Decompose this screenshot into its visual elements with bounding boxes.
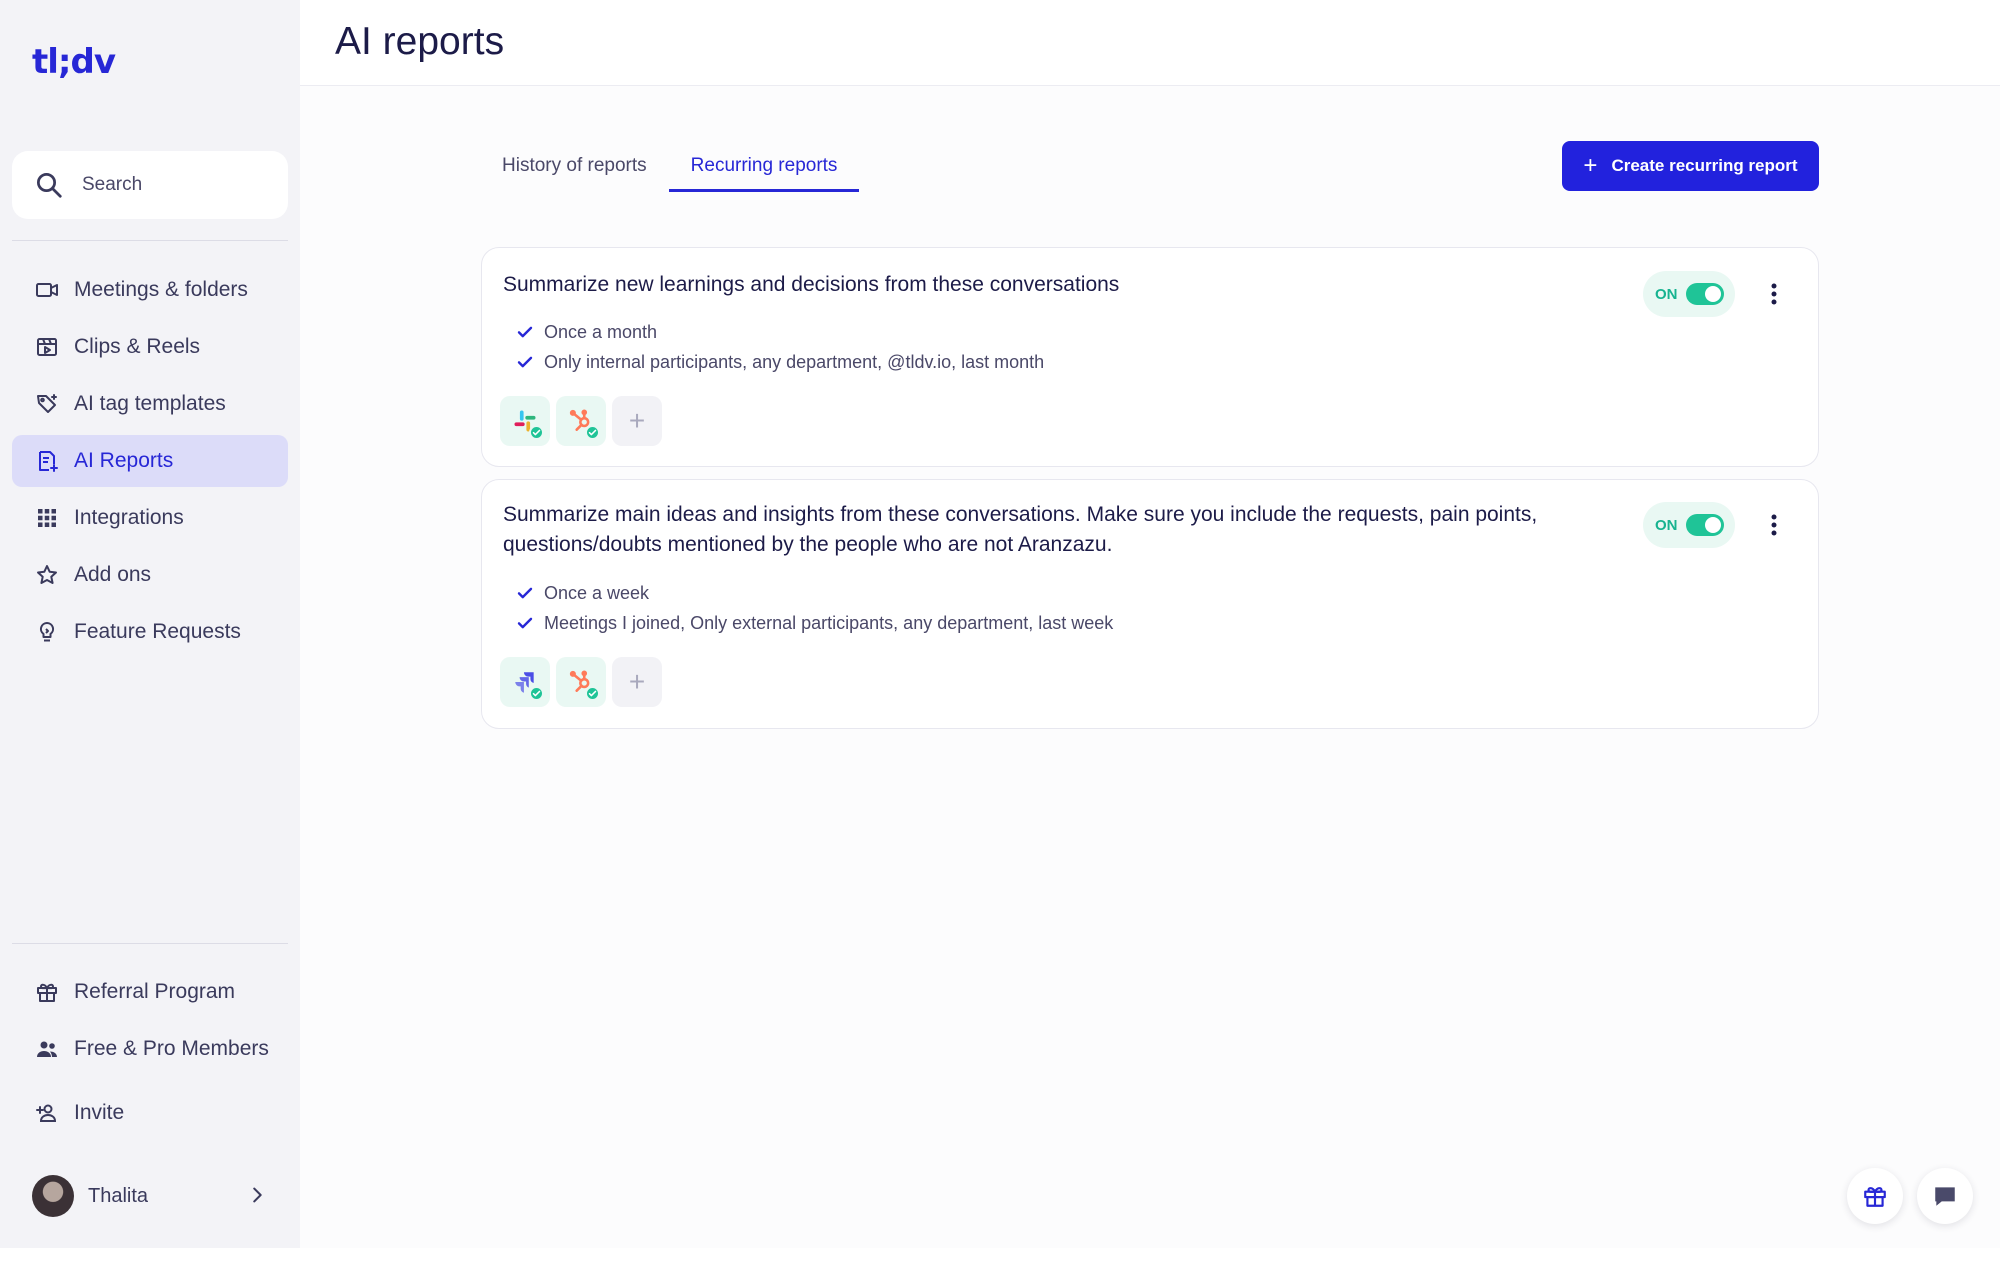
report-title: Summarize new learnings and decisions fr… [503, 273, 1120, 296]
create-button-label: Create recurring report [1611, 156, 1798, 175]
grid-dots-icon [34, 505, 60, 531]
plus-icon: + [628, 405, 646, 436]
chat-button[interactable] [1917, 1168, 1973, 1224]
chevron-right-icon [253, 1187, 262, 1203]
sidebar-item-ai-tag-templates[interactable]: AI tag templates [12, 378, 288, 430]
user-menu[interactable]: Thalita [12, 1170, 288, 1222]
report-toggle[interactable]: ON [1643, 271, 1735, 317]
add-integration-button[interactable]: + [612, 657, 662, 707]
toggle-switch [1685, 283, 1724, 305]
chat-icon [1935, 1187, 1955, 1206]
report-integrations: + [500, 657, 668, 707]
gift-icon [1864, 1187, 1886, 1207]
report-filters-label: Meetings I joined, Only external partici… [544, 612, 1114, 633]
more-options-icon[interactable] [1762, 510, 1786, 540]
connected-check-icon [529, 425, 544, 440]
lightbulb-icon [34, 619, 60, 645]
report-frequency: Once a week [516, 578, 1113, 608]
sidebar-item-label: Clips & Reels [74, 335, 201, 358]
report-sparkle-icon [34, 448, 60, 474]
search-label: Search [82, 174, 143, 195]
page-title: AI reports [335, 20, 505, 63]
tldv-logo[interactable]: tl;dv [32, 42, 116, 82]
tab-history-of-reports[interactable]: History of reports [480, 140, 669, 192]
check-icon [517, 617, 533, 629]
check-icon [517, 587, 533, 599]
report-meta: Once a week Meetings I joined, Only exte… [516, 578, 1113, 638]
sidebar-item-label: AI tag templates [74, 392, 226, 415]
search-input[interactable]: Search [12, 151, 288, 219]
report-meta: Once a month Only internal participants,… [516, 317, 1044, 377]
gift-button[interactable] [1847, 1168, 1903, 1224]
sidebar-item-invite[interactable]: Invite [12, 1087, 288, 1139]
report-card[interactable]: Summarize new learnings and decisions fr… [481, 247, 1819, 467]
report-toggle[interactable]: ON [1643, 502, 1735, 548]
sidebar-item-label: Free & Pro Members [74, 1037, 269, 1060]
more-options-icon[interactable] [1762, 279, 1786, 309]
integration-jira[interactable] [500, 657, 550, 707]
report-frequency-label: Once a month [544, 321, 658, 342]
sidebar-item-meetings[interactable]: Meetings & folders [12, 264, 288, 316]
report-title: Summarize main ideas and insights from t… [503, 503, 1538, 556]
people-icon [34, 1036, 60, 1062]
check-icon [517, 326, 533, 338]
connected-check-icon [585, 686, 600, 701]
main-content: AI reports History of reports Recurring … [300, 0, 2000, 1248]
video-camera-icon [34, 277, 60, 303]
sidebar-item-label: AI Reports [74, 449, 174, 472]
connected-check-icon [529, 686, 544, 701]
sidebar-item-label: Integrations [74, 506, 184, 529]
avatar [32, 1175, 74, 1217]
report-frequency-label: Once a week [544, 582, 650, 603]
sidebar-item-label: Referral Program [74, 980, 236, 1003]
toggle-switch [1685, 514, 1724, 536]
sidebar-item-clips[interactable]: Clips & Reels [12, 321, 288, 373]
sidebar-item-add-ons[interactable]: Add ons [12, 549, 288, 601]
sidebar-bottom-nav: Referral Program Free & Pro Members Invi… [12, 966, 288, 1144]
plus-icon: + [1583, 152, 1598, 179]
sidebar-item-feature-requests[interactable]: Feature Requests [12, 606, 288, 658]
app-window: tl;dv Search Meetings & folders Clips & … [0, 0, 2000, 1248]
topbar: AI reports [300, 0, 2000, 86]
clapperboard-icon [34, 334, 60, 360]
tag-sparkle-icon [34, 391, 60, 417]
report-card[interactable]: Summarize main ideas and insights from t… [481, 479, 1819, 729]
sidebar-item-label: Meetings & folders [74, 278, 248, 301]
search-icon [37, 173, 62, 198]
sidebar-item-referral-program[interactable]: Referral Program [12, 966, 288, 1018]
sidebar-nav: Meetings & folders Clips & Reels AI tag … [12, 264, 288, 663]
gift-icon [34, 979, 60, 1005]
report-integrations: + [500, 396, 668, 446]
toggle-state: ON [1655, 285, 1678, 303]
sidebar-divider [12, 943, 288, 944]
create-recurring-report-button[interactable]: + Create recurring report [1562, 141, 1819, 191]
add-person-icon [34, 1100, 60, 1126]
plus-icon: + [628, 666, 646, 697]
integration-hubspot[interactable] [556, 657, 606, 707]
sidebar-item-label: Feature Requests [74, 620, 241, 643]
report-filters: Only internal participants, any departme… [516, 347, 1044, 377]
integration-slack[interactable] [500, 396, 550, 446]
report-filters: Meetings I joined, Only external partici… [516, 608, 1113, 638]
sidebar-item-label: Invite [74, 1101, 125, 1124]
sidebar-divider [12, 240, 288, 241]
sidebar: tl;dv Search Meetings & folders Clips & … [0, 0, 300, 1248]
add-integration-button[interactable]: + [612, 396, 662, 446]
toggle-state: ON [1655, 516, 1678, 534]
integration-hubspot[interactable] [556, 396, 606, 446]
report-filters-label: Only internal participants, any departme… [544, 351, 1045, 372]
report-frequency: Once a month [516, 317, 1044, 347]
report-tabs: History of reports Recurring reports [480, 140, 860, 192]
connected-check-icon [585, 425, 600, 440]
user-name: Thalita [88, 1184, 149, 1207]
sidebar-item-ai-reports[interactable]: AI Reports [12, 435, 288, 487]
tab-recurring-reports[interactable]: Recurring reports [668, 140, 860, 192]
sidebar-item-members[interactable]: Free & Pro Members [12, 1023, 288, 1075]
sidebar-item-label: Add ons [74, 563, 152, 586]
sidebar-item-integrations[interactable]: Integrations [12, 492, 288, 544]
star-icon [34, 562, 60, 588]
check-icon [517, 356, 533, 368]
